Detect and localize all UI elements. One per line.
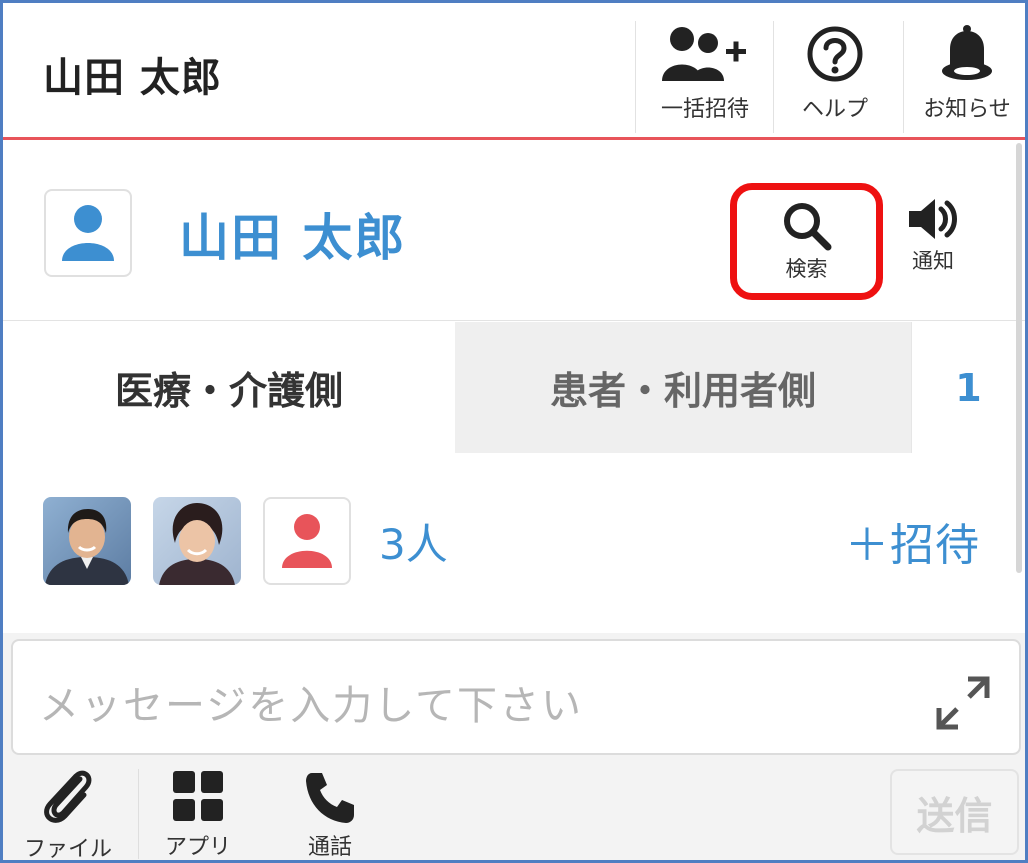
nav-divider <box>773 21 774 133</box>
tab-patient[interactable]: 患者・利用者側 <box>455 322 911 453</box>
apps-label: アプリ <box>164 835 231 860</box>
members-row: 3人 ＋招待 <box>3 453 1025 633</box>
nav-divider <box>903 21 904 133</box>
call-button[interactable]: 通話 <box>265 767 395 860</box>
invite-button[interactable]: ＋招待 <box>845 509 980 573</box>
bulk-invite-button[interactable]: 一括招待 <box>645 21 765 131</box>
message-placeholder: メッセージを入力して下さい <box>39 683 583 729</box>
search-icon <box>783 202 831 250</box>
notification-toggle-button[interactable]: 通知 <box>898 195 968 285</box>
file-button[interactable]: ファイル <box>3 767 133 862</box>
member-photo-woman[interactable] <box>153 497 241 585</box>
user-icon <box>282 514 332 568</box>
apps-button[interactable]: アプリ <box>133 767 263 860</box>
scrollbar[interactable] <box>1016 143 1022 573</box>
member-photo-man[interactable] <box>43 497 131 585</box>
message-input[interactable]: メッセージを入力して下さい <box>11 639 1021 755</box>
search-label: 検索 <box>785 256 828 281</box>
member-avatar-placeholder[interactable] <box>263 497 351 585</box>
side-tabs: 医療・介護側 患者・利用者側 1 <box>3 322 1025 453</box>
top-header: 山田 太郎 一括招待 ヘルプ お知らせ <box>3 3 1025 140</box>
avatar <box>44 189 132 277</box>
member-count[interactable]: 3人 <box>379 511 448 572</box>
help-icon <box>807 21 863 87</box>
bulk-invite-label: 一括招待 <box>660 97 749 122</box>
search-button[interactable]: 検索 <box>730 183 883 300</box>
paperclip-icon <box>44 770 92 823</box>
phone-icon <box>306 773 354 823</box>
nav-divider <box>635 21 636 133</box>
help-label: ヘルプ <box>801 97 868 122</box>
tab-medical-care[interactable]: 医療・介護側 <box>3 322 455 453</box>
tab-count[interactable]: 1 <box>911 322 1025 453</box>
profile-name: 山田 太郎 <box>179 209 407 267</box>
expand-icon[interactable] <box>935 675 991 735</box>
bell-icon <box>940 21 994 87</box>
bulk-invite-icon <box>662 21 748 87</box>
file-label: ファイル <box>23 837 112 862</box>
send-button[interactable]: 送信 <box>890 769 1019 855</box>
call-label: 通話 <box>307 835 352 860</box>
speaker-icon <box>909 199 957 239</box>
user-icon <box>62 205 114 261</box>
apps-grid-icon <box>173 771 223 821</box>
notify-label: 通知 <box>912 249 954 273</box>
notifications-button[interactable]: お知らせ <box>913 21 1021 131</box>
notifications-label: お知らせ <box>923 97 1011 122</box>
header-user-name: 山田 太郎 <box>43 55 222 101</box>
message-composer: メッセージを入力して下さい ファイル アプリ 通話 送信 <box>3 633 1025 862</box>
app-frame: 山田 太郎 一括招待 ヘルプ お知らせ 山田 太郎 検索 通知 医療・介護側 患… <box>0 0 1028 863</box>
profile-section: 山田 太郎 検索 通知 <box>3 143 1025 321</box>
help-button[interactable]: ヘルプ <box>783 21 887 131</box>
